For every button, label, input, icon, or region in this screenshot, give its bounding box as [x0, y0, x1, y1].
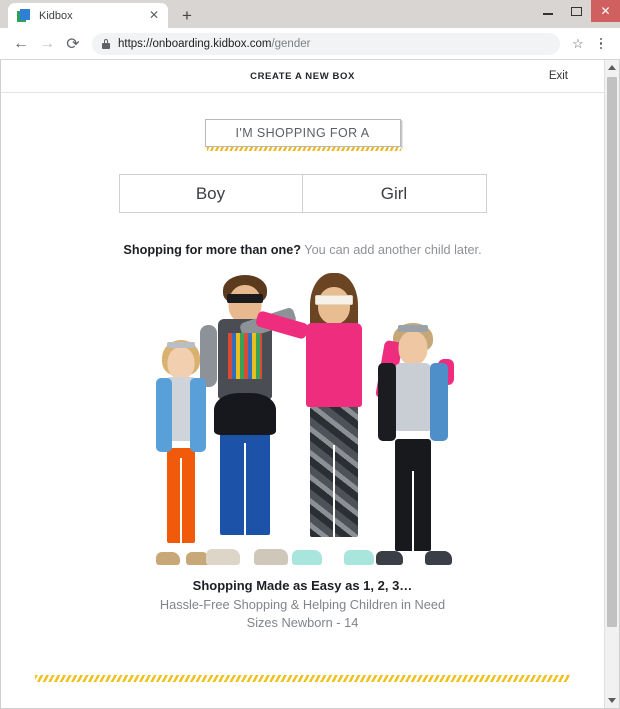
scrollbar-thumb[interactable]	[607, 77, 617, 628]
shopping-for-label: I'M SHOPPING FOR A	[235, 126, 370, 140]
gender-option-boy-label: Boy	[195, 183, 226, 203]
address-bar[interactable]: https://onboarding.kidbox.com/gender	[92, 32, 560, 55]
scroll-down-arrow-icon[interactable]	[605, 693, 619, 708]
browser-toolbar: ← → ⟳ https://onboarding.kidbox.com/gend…	[0, 28, 620, 60]
shopping-for-banner: I'M SHOPPING FOR A	[204, 119, 401, 151]
url-origin: https://onboarding.kidbox.com	[118, 37, 272, 50]
page-scrollbar[interactable]	[604, 60, 619, 708]
close-window-button[interactable]: ✕	[591, 0, 620, 22]
caption-line-3: Sizes Newborn - 14	[246, 615, 359, 631]
marketing-captions: Shopping Made as Easy as 1, 2, 3… Hassle…	[160, 577, 445, 633]
multi-child-note: Shopping for more than one? You can add …	[123, 243, 481, 257]
reload-icon[interactable]: ⟳	[60, 31, 86, 57]
browser-viewport: CREATE A NEW BOX Exit I'M SHOPPING FOR A…	[0, 60, 620, 709]
multi-child-note-rest: You can add another child later.	[301, 243, 482, 257]
gender-option-girl-label: Girl	[380, 183, 408, 203]
close-tab-icon[interactable]: ✕	[146, 8, 162, 24]
caption-line-2: Hassle-Free Shopping & Helping Children …	[159, 596, 446, 612]
hero-image-kids	[138, 265, 468, 565]
url-path: /gender	[271, 37, 311, 50]
page-header: CREATE A NEW BOX Exit	[1, 60, 604, 93]
tab-title: Kidbox	[39, 9, 73, 22]
yellow-dash-underline	[206, 147, 401, 151]
gender-selector: Boy Girl	[118, 174, 487, 213]
web-page: CREATE A NEW BOX Exit I'M SHOPPING FOR A…	[1, 60, 604, 708]
forward-icon[interactable]: →	[34, 31, 60, 57]
gender-option-girl[interactable]: Girl	[302, 174, 487, 213]
title-bar: Kidbox ✕ + ✕	[0, 0, 620, 28]
scrollbar-track[interactable]	[605, 75, 619, 693]
exit-link[interactable]: Exit	[549, 70, 568, 82]
new-tab-button[interactable]: +	[174, 5, 200, 27]
browser-tab-kidbox[interactable]: Kidbox ✕	[8, 3, 168, 28]
bookmark-star-icon[interactable]: ☆	[566, 32, 590, 56]
back-icon[interactable]: ←	[8, 31, 34, 57]
page-content: I'M SHOPPING FOR A Boy Girl Shopping for…	[1, 93, 604, 708]
yellow-stripe-divider	[35, 675, 570, 682]
url-text: https://onboarding.kidbox.com/gender	[118, 38, 310, 50]
scroll-up-arrow-icon[interactable]	[605, 60, 619, 75]
gender-option-boy[interactable]: Boy	[118, 174, 303, 213]
multi-child-note-bold: Shopping for more than one?	[123, 243, 302, 257]
page-title: CREATE A NEW BOX	[250, 70, 355, 82]
maximize-button[interactable]	[562, 0, 591, 22]
minimize-button[interactable]	[533, 0, 562, 22]
kidbox-book-favicon	[17, 8, 31, 23]
browser-window: Kidbox ✕ + ✕ ← → ⟳ https://onboarding.ki…	[0, 0, 620, 709]
caption-line-1: Shopping Made as Easy as 1, 2, 3…	[192, 578, 413, 593]
chrome-menu-icon[interactable]	[590, 32, 612, 56]
window-controls: ✕	[533, 0, 620, 22]
kid-figure-3	[254, 273, 403, 565]
lock-icon	[102, 38, 110, 49]
